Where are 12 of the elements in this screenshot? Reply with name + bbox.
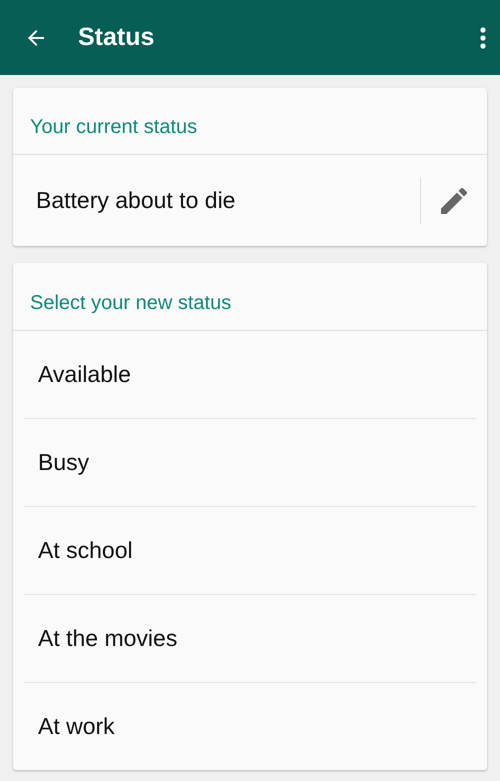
pencil-icon bbox=[441, 188, 467, 214]
current-status-text: Battery about to die bbox=[36, 187, 236, 214]
more-options-icon bbox=[480, 26, 486, 48]
status-option[interactable]: At the movies bbox=[24, 595, 476, 683]
section-header: Select your new status bbox=[13, 263, 487, 331]
status-option[interactable]: At school bbox=[24, 507, 476, 595]
screen-title: Status bbox=[78, 23, 156, 52]
status-option[interactable]: Busy bbox=[24, 419, 476, 507]
status-option[interactable]: At work bbox=[24, 683, 476, 770]
more-options-button[interactable] bbox=[480, 26, 486, 48]
status-option[interactable]: Available bbox=[24, 331, 476, 419]
section-header: Your current status bbox=[13, 88, 487, 155]
